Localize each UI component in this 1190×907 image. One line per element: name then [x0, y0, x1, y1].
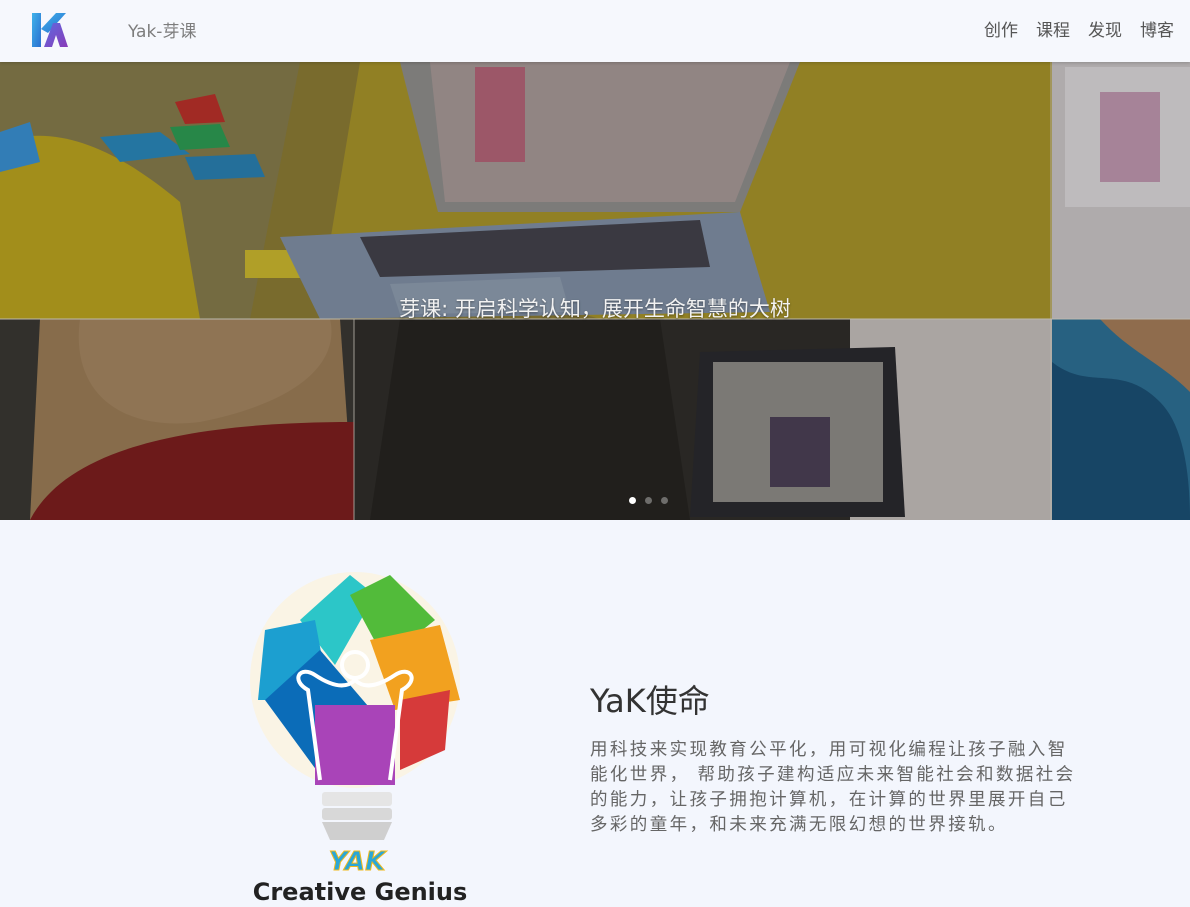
- nav-item-discover[interactable]: 发现: [1088, 16, 1122, 41]
- lightbulb-logo-icon: YAK Creative Genius: [250, 572, 468, 906]
- carousel-dot[interactable]: [645, 497, 652, 504]
- hero-collage-image: [0, 62, 1190, 520]
- svg-text:Creative Genius: Creative Genius: [253, 878, 468, 906]
- nav-item-create[interactable]: 创作: [984, 16, 1018, 41]
- hero-caption: 芽课: 开启科学认知，展开生命智慧的大树: [399, 297, 791, 321]
- hero-carousel[interactable]: 芽课: 开启科学认知，展开生命智慧的大树: [0, 62, 1190, 520]
- nav-item-courses[interactable]: 课程: [1036, 16, 1070, 41]
- nav-item-blog[interactable]: 博客: [1140, 16, 1174, 41]
- yak-logo-icon[interactable]: [28, 9, 70, 51]
- mission-text: 用科技来实现教育公平化，用可视化编程让孩子融入智能化世界， 帮助孩子建构适应未来…: [590, 740, 1076, 835]
- brand-name[interactable]: Yak-芽课: [128, 17, 196, 42]
- svg-text:YAK: YAK: [329, 847, 387, 877]
- carousel-dot[interactable]: [629, 497, 636, 504]
- carousel-indicators: [629, 497, 668, 504]
- carousel-dot[interactable]: [661, 497, 668, 504]
- main-menu: 创作 课程 发现 博客: [984, 16, 1174, 41]
- top-navbar: Yak-芽课 创作 课程 发现 博客: [0, 0, 1190, 62]
- mission-title: YaK使命: [590, 682, 710, 720]
